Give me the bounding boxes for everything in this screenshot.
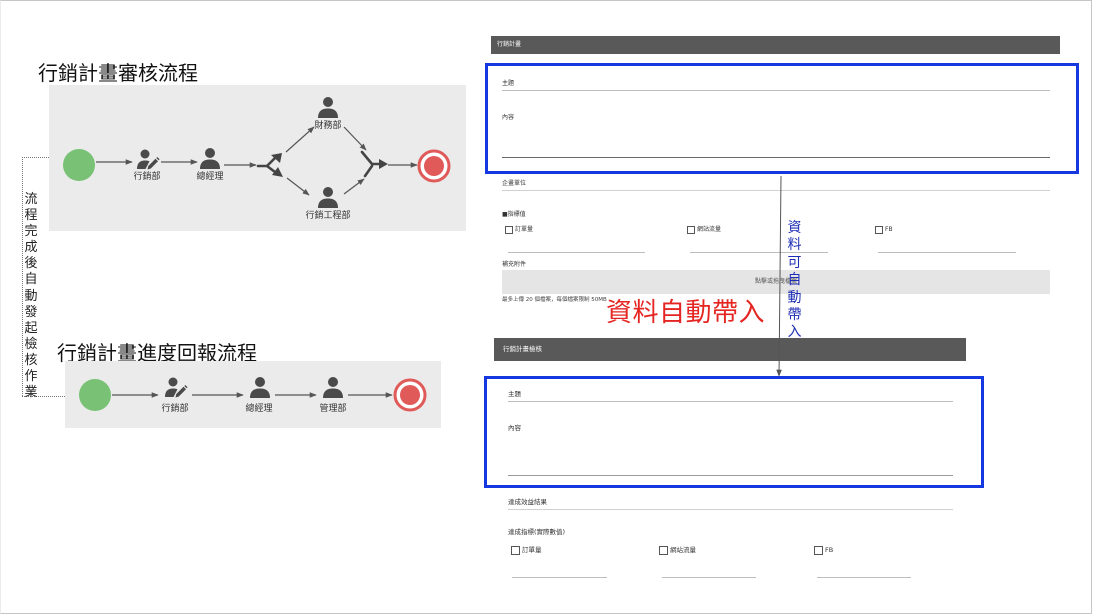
person-icon [200,148,220,169]
progress-step-marketing-label: 行銷部 [161,404,189,414]
person-icon [250,377,270,398]
end-event-icon [417,149,451,183]
start-event-icon [63,149,95,181]
approval-arrow-split-to-engineering [286,177,310,196]
person-icon [318,187,338,208]
diagram-graphics [63,97,782,412]
person-edit-icon [165,377,188,398]
approval-step-marketing-label: 行銷部 [133,172,161,182]
approval-arrow-engineering-to-merge [343,178,365,195]
parallel-merge-icon [360,150,388,178]
end-event-core [424,156,444,176]
person-edit-icon [137,149,160,170]
approval-step-finance-label: 財務部 [314,121,342,131]
approval-step-engineering-label: 行銷工程部 [305,211,351,221]
slide: 行銷計畫審核流程 行銷計畫進度回報流程 流程完成後自動發起檢核作業 行銷計畫 主… [0,0,1094,616]
progress-step-gm-label: 總經理 [245,404,273,414]
end-event-icon [393,378,427,412]
data-transfer-arrow [776,175,782,377]
auto-fill-vertical-callout: 資料可自動帶入 [787,220,802,341]
person-icon [323,377,343,398]
progress-step-admin-label: 管理部 [319,404,347,414]
start-event-icon [79,379,111,411]
parallel-split-icon [256,153,283,177]
end-event-core [400,385,420,405]
auto-fill-callout: 資料自動帶入 [606,298,766,328]
person-icon [318,97,338,118]
approval-step-gm-label: 總經理 [196,172,224,182]
